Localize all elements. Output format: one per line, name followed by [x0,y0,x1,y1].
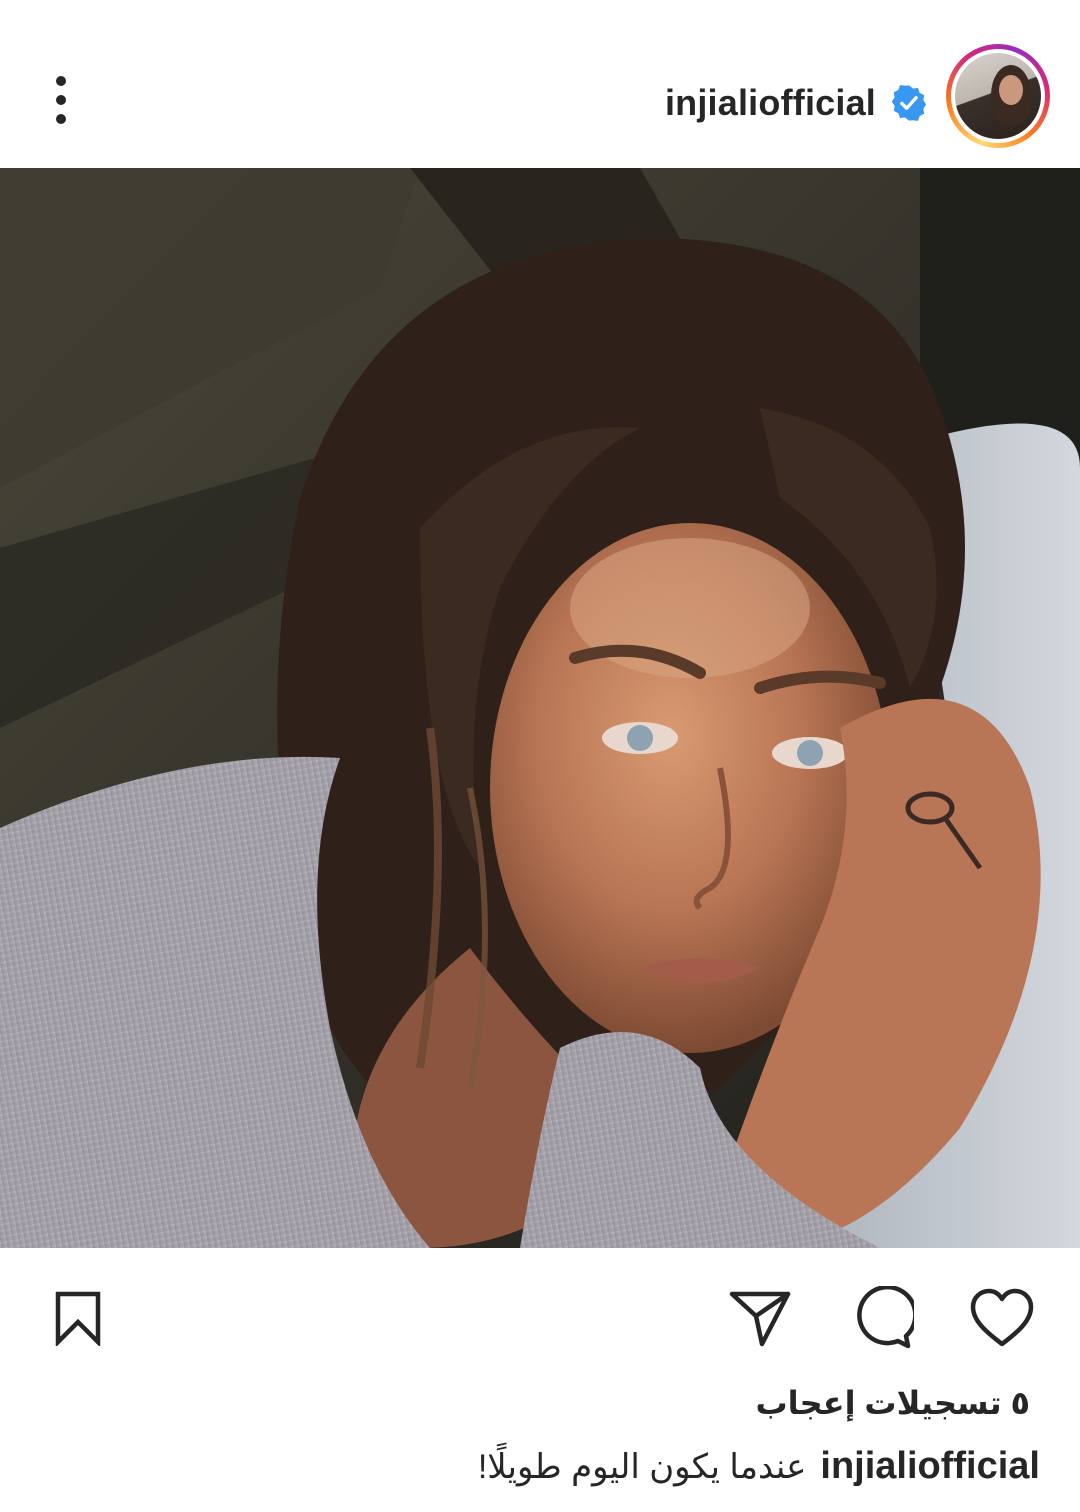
heart-icon [970,1288,1034,1347]
verified-badge-icon [891,85,927,121]
more-vertical-icon [56,76,66,86]
avatar-frame [951,49,1045,143]
caption-text: عندما يكون اليوم طويلًا! [477,1448,807,1486]
username-row: injialiofficial [665,78,928,128]
send-paper-plane-icon [729,1291,791,1347]
save-button[interactable] [42,1282,114,1354]
post-caption: injialiofficial عندما يكون اليوم طويلًا! [478,1438,1040,1494]
post-photo-illustration [0,168,1080,1248]
comment-bubble-icon [857,1286,914,1349]
avatar-face [999,75,1023,105]
likes-count[interactable]: ٥ تسجيلات إعجاب [755,1378,1030,1428]
more-dot [56,95,66,105]
bookmark-icon [55,1291,101,1346]
comment-button[interactable] [846,1282,918,1354]
avatar-story-ring[interactable] [946,44,1050,148]
more-options-button[interactable] [38,70,84,130]
post-actions-bar [0,1248,1080,1378]
caption-username[interactable]: injialiofficial [820,1438,1040,1494]
like-button[interactable] [966,1282,1038,1354]
post-username[interactable]: injialiofficial [665,82,876,124]
post-photo[interactable] [0,168,1080,1248]
share-button[interactable] [724,1282,796,1354]
post-header: injialiofficial [0,0,1080,168]
more-dot [56,114,66,124]
avatar [955,53,1041,139]
